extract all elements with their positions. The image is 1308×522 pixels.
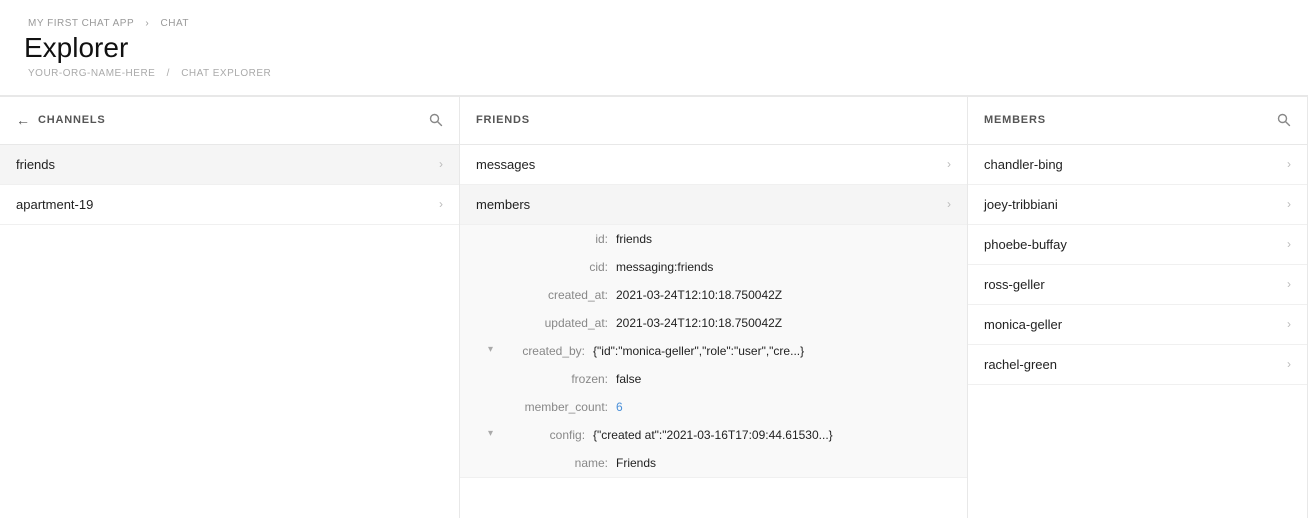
detail-row-member-count: member_count: 6 [460, 393, 967, 421]
channel-item-apartment19-label: apartment-19 [16, 197, 93, 212]
detail-val-cid: messaging:friends [616, 260, 713, 274]
friends-panel-title: FRIENDS [476, 114, 530, 126]
detail-val-name: Friends [616, 456, 656, 470]
members-list: chandler-bing › joey-tribbiani › phoebe-… [968, 145, 1307, 385]
search-icon [429, 113, 443, 127]
detail-row-created-by: ▾ created_by: {"id":"monica-geller","rol… [460, 337, 967, 365]
channels-list: friends › apartment-19 › [0, 145, 459, 225]
expand-chevron-created-by[interactable]: ▾ [488, 344, 493, 355]
page-title: Explorer [24, 33, 1284, 64]
chevron-right-member-chandler: › [1287, 157, 1291, 171]
detail-key-cid: cid: [508, 260, 608, 274]
detail-key-created-at: created_at: [508, 288, 608, 302]
friends-item-members-label: members [476, 197, 530, 212]
breadcrumb: MY FIRST CHAT APP › CHAT [24, 18, 1284, 29]
detail-key-frozen: frozen: [508, 372, 608, 386]
detail-key-name: name: [508, 456, 608, 470]
chevron-right-member-rachel: › [1287, 357, 1291, 371]
sub-breadcrumb: YOUR-ORG-NAME-HERE / CHAT EXPLORER [24, 68, 1284, 79]
friends-item-messages-label: messages [476, 157, 535, 172]
channels-panel: ← CHANNELS friends › apartment-19 › [0, 97, 460, 518]
chevron-right-icon-3: › [947, 157, 951, 171]
member-item-ross[interactable]: ross-geller › [968, 265, 1307, 305]
member-name-chandler: chandler-bing [984, 157, 1063, 172]
back-arrow-icon[interactable]: ← [16, 112, 30, 128]
members-panel-header: MEMBERS [968, 97, 1307, 145]
chevron-right-member-phoebe: › [1287, 237, 1291, 251]
member-item-rachel[interactable]: rachel-green › [968, 345, 1307, 385]
members-search-button[interactable] [1277, 113, 1291, 127]
detail-row-frozen: frozen: false [460, 365, 967, 393]
chevron-right-member-monica: › [1287, 317, 1291, 331]
members-search-icon [1277, 113, 1291, 127]
member-item-phoebe[interactable]: phoebe-buffay › [968, 225, 1307, 265]
detail-row-cid: cid: messaging:friends [460, 253, 967, 281]
detail-val-frozen: false [616, 372, 641, 386]
detail-key-id: id: [508, 232, 608, 246]
detail-row-updated-at: updated_at: 2021-03-24T12:10:18.750042Z [460, 309, 967, 337]
detail-row-name: name: Friends [460, 449, 967, 477]
chevron-right-member-ross: › [1287, 277, 1291, 291]
friends-panel: FRIENDS messages › members › id: friends… [460, 97, 968, 518]
chevron-right-member-joey: › [1287, 197, 1291, 211]
main-layout: ← CHANNELS friends › apartment-19 › [0, 96, 1308, 518]
detail-key-member-count: member_count: [508, 400, 608, 414]
channels-panel-header: ← CHANNELS [0, 97, 459, 145]
sub-breadcrumb-label: CHAT EXPLORER [181, 68, 271, 79]
chevron-right-icon-4: › [947, 197, 951, 211]
member-item-joey[interactable]: joey-tribbiani › [968, 185, 1307, 225]
detail-block: id: friends cid: messaging:friends creat… [460, 225, 967, 478]
detail-row-config: ▾ config: {"created at":"2021-03-16T17:0… [460, 421, 967, 449]
member-name-joey: joey-tribbiani [984, 197, 1058, 212]
sub-breadcrumb-sep: / [167, 68, 170, 79]
chevron-right-icon: › [439, 157, 443, 171]
channels-search-button[interactable] [429, 113, 443, 127]
channels-panel-title: CHANNELS [38, 114, 106, 126]
detail-key-created-by: created_by: [505, 344, 585, 358]
breadcrumb-sep1: › [145, 18, 149, 29]
friends-item-messages[interactable]: messages › [460, 145, 967, 185]
friends-item-members[interactable]: members › [460, 185, 967, 225]
expand-chevron-config[interactable]: ▾ [488, 428, 493, 439]
channels-panel-header-left: ← CHANNELS [16, 112, 106, 128]
member-item-chandler[interactable]: chandler-bing › [968, 145, 1307, 185]
member-name-ross: ross-geller [984, 277, 1045, 292]
channel-item-friends[interactable]: friends › [0, 145, 459, 185]
member-name-phoebe: phoebe-buffay [984, 237, 1067, 252]
sub-breadcrumb-org: YOUR-ORG-NAME-HERE [28, 68, 155, 79]
breadcrumb-section: CHAT [161, 18, 189, 29]
chevron-right-icon-2: › [439, 197, 443, 211]
detail-key-updated-at: updated_at: [508, 316, 608, 330]
detail-row-id: id: friends [460, 225, 967, 253]
channel-item-apartment19[interactable]: apartment-19 › [0, 185, 459, 225]
channel-item-friends-label: friends [16, 157, 55, 172]
member-name-monica: monica-geller [984, 317, 1062, 332]
members-panel-title: MEMBERS [984, 114, 1046, 126]
member-name-rachel: rachel-green [984, 357, 1057, 372]
members-panel: MEMBERS chandler-bing › joey-tribbiani ›… [968, 97, 1308, 518]
detail-val-created-at: 2021-03-24T12:10:18.750042Z [616, 288, 782, 302]
detail-val-config: {"created at":"2021-03-16T17:09:44.61530… [593, 428, 833, 442]
member-item-monica[interactable]: monica-geller › [968, 305, 1307, 345]
detail-row-created-at: created_at: 2021-03-24T12:10:18.750042Z [460, 281, 967, 309]
friends-panel-header: FRIENDS [460, 97, 967, 145]
breadcrumb-app: MY FIRST CHAT APP [28, 18, 134, 29]
detail-val-updated-at: 2021-03-24T12:10:18.750042Z [616, 316, 782, 330]
detail-val-id: friends [616, 232, 652, 246]
detail-key-config: config: [505, 428, 585, 442]
top-header: MY FIRST CHAT APP › CHAT Explorer YOUR-O… [0, 0, 1308, 96]
detail-val-member-count: 6 [616, 400, 623, 414]
detail-val-created-by: {"id":"monica-geller","role":"user","cre… [593, 344, 804, 358]
